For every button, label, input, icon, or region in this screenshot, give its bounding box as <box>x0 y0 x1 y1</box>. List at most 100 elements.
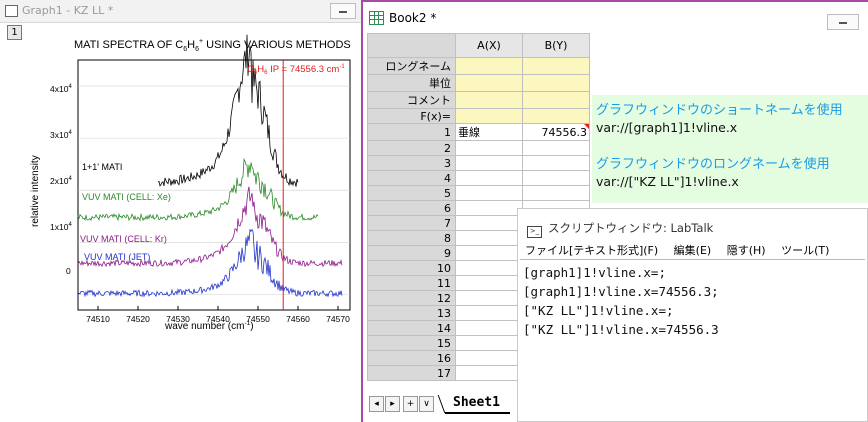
data-cell[interactable] <box>455 275 523 291</box>
note-box: グラフウィンドウのショートネームを使用 var://[graph1]1!vlin… <box>592 95 868 203</box>
minimize-button[interactable] <box>330 3 356 19</box>
row-number[interactable]: 11 <box>367 275 456 291</box>
note-heading-short: グラフウィンドウのショートネームを使用 <box>596 103 843 118</box>
row-number[interactable]: 9 <box>367 245 456 261</box>
row-label-longname[interactable]: ロングネーム <box>367 57 456 75</box>
units-cell-b[interactable] <box>522 74 590 92</box>
graph-window-title: Graph1 - KZ LL * <box>22 4 114 17</box>
series-label-cell-kr: VUV MATI (CELL: Kr) <box>80 234 167 244</box>
fx-cell-b[interactable] <box>522 108 590 124</box>
row-number[interactable]: 5 <box>367 185 456 201</box>
row-number[interactable]: 8 <box>367 230 456 246</box>
data-cell[interactable] <box>455 140 523 156</box>
menu-edit[interactable]: 編集(E) <box>674 244 712 257</box>
graph-titlebar[interactable]: Graph1 - KZ LL * <box>0 0 362 23</box>
row-label-fx[interactable]: F(x)= <box>367 108 456 124</box>
row-number[interactable]: 2 <box>367 140 456 156</box>
row-number[interactable]: 7 <box>367 215 456 231</box>
data-cell-a1[interactable]: 垂線 <box>455 123 523 141</box>
row-number[interactable]: 16 <box>367 350 456 366</box>
row-number[interactable]: 1 <box>367 123 456 141</box>
sheet-list-icon[interactable]: ∨ <box>419 396 434 412</box>
row-number[interactable]: 4 <box>367 170 456 186</box>
row-number[interactable]: 15 <box>367 335 456 351</box>
menu-file[interactable]: ファイル[テキスト形式](F) <box>525 244 658 257</box>
book-titlebar[interactable]: Book2 * <box>363 2 868 32</box>
menu-tools[interactable]: ツール(T) <box>781 244 829 257</box>
first-sheet-icon[interactable]: ◂ <box>369 396 384 412</box>
script-window-titlebar[interactable]: >_ スクリプトウィンドウ: LabTalk <box>527 220 713 238</box>
spectrum-chart[interactable]: MATI SPECTRA OF C6H6+ USING VARIOUS METH… <box>0 22 362 334</box>
data-cell[interactable] <box>455 335 523 351</box>
series-label-cell-xe: VUV MATI (CELL: Xe) <box>82 192 171 202</box>
x-tick-label: 74560 <box>286 314 310 324</box>
data-cell[interactable] <box>455 185 523 201</box>
code-line[interactable]: ["KZ LL"]1!vline.x=74556.3 <box>523 322 719 337</box>
data-cell[interactable] <box>455 260 523 276</box>
data-cell[interactable] <box>455 155 523 171</box>
plot-frame <box>77 59 351 311</box>
data-cell[interactable] <box>455 230 523 246</box>
row-number[interactable]: 17 <box>367 365 456 381</box>
minimize-button[interactable] <box>827 14 859 30</box>
data-cell[interactable] <box>522 185 590 201</box>
x-tick-label: 74520 <box>126 314 150 324</box>
data-cell[interactable] <box>455 350 523 366</box>
data-cell[interactable] <box>522 140 590 156</box>
data-cell[interactable] <box>522 155 590 171</box>
next-sheet-icon[interactable]: ▸ <box>385 396 400 412</box>
x-tick-label: 74510 <box>86 314 110 324</box>
tab-sheet1[interactable]: Sheet1 <box>445 395 510 414</box>
code-line[interactable]: ["KZ LL"]1!vline.x=; <box>523 303 674 318</box>
row-label-units[interactable]: 単位 <box>367 74 456 92</box>
row-number[interactable]: 13 <box>367 305 456 321</box>
data-cell[interactable] <box>455 215 523 231</box>
data-cell-b1[interactable]: 74556.3 <box>522 123 590 141</box>
ytick-label-2: 2x104 <box>50 176 72 186</box>
code-line[interactable]: [graph1]1!vline.x=74556.3; <box>523 284 719 299</box>
terminal-icon: >_ <box>527 226 542 238</box>
ytick-label-3: 3x104 <box>50 130 72 140</box>
column-header-b[interactable]: B(Y) <box>522 33 590 58</box>
data-cell[interactable] <box>455 320 523 336</box>
row-number[interactable]: 14 <box>367 320 456 336</box>
chart-title: MATI SPECTRA OF C6H6+ USING VARIOUS METH… <box>74 38 351 53</box>
column-header-a[interactable]: A(X) <box>455 33 523 58</box>
code-line[interactable]: [graph1]1!vline.x=; <box>523 265 666 280</box>
ip-label: C6H6 IP = 74556.3 cm-1 <box>247 64 345 76</box>
row-label-comments[interactable]: コメント <box>367 91 456 109</box>
script-editor[interactable]: [graph1]1!vline.x=; [graph1]1!vline.x=74… <box>520 259 865 420</box>
menu-hide[interactable]: 隠す(H) <box>727 244 766 257</box>
longname-cell-b[interactable] <box>522 57 590 75</box>
units-cell-a[interactable] <box>455 74 523 92</box>
fx-cell-a[interactable] <box>455 108 523 124</box>
data-cell[interactable] <box>455 245 523 261</box>
data-cell[interactable] <box>455 290 523 306</box>
y-axis-label: relative intensity <box>30 155 41 227</box>
script-window[interactable]: >_ スクリプトウィンドウ: LabTalk ファイル[テキスト形式](F) 編集… <box>517 208 868 422</box>
note-code-long: var://["KZ LL"]1!vline.x <box>596 174 739 189</box>
ytick-label-0: 0 <box>66 266 71 276</box>
row-number[interactable]: 6 <box>367 200 456 216</box>
data-cell[interactable] <box>455 170 523 186</box>
data-cell[interactable] <box>455 305 523 321</box>
ytick-label-4: 4x104 <box>50 84 72 94</box>
data-cell[interactable] <box>455 200 523 216</box>
row-number[interactable]: 12 <box>367 290 456 306</box>
data-cell[interactable] <box>455 365 523 381</box>
series-label-jet: VUV MATI (JET) <box>84 252 150 262</box>
series-label-1plus1-mati: 1+1' MATI <box>82 162 122 172</box>
add-sheet-icon[interactable]: + <box>403 396 418 412</box>
series-line[interactable] <box>157 34 299 187</box>
sheet-tab-bar: ◂ ▸ + ∨ Sheet1 <box>367 395 517 414</box>
comments-cell-a[interactable] <box>455 91 523 109</box>
graph-window[interactable]: Graph1 - KZ LL * 1 MATI SPECTRA OF C6H6+… <box>0 0 363 334</box>
row-number[interactable]: 3 <box>367 155 456 171</box>
longname-cell-a[interactable] <box>455 57 523 75</box>
x-axis-label: wave number (cm-1) <box>164 320 254 332</box>
comments-cell-b[interactable] <box>522 91 590 109</box>
graph-window-icon <box>5 5 18 17</box>
row-number[interactable]: 10 <box>367 260 456 276</box>
data-cell[interactable] <box>522 170 590 186</box>
corner-cell[interactable] <box>367 33 456 58</box>
